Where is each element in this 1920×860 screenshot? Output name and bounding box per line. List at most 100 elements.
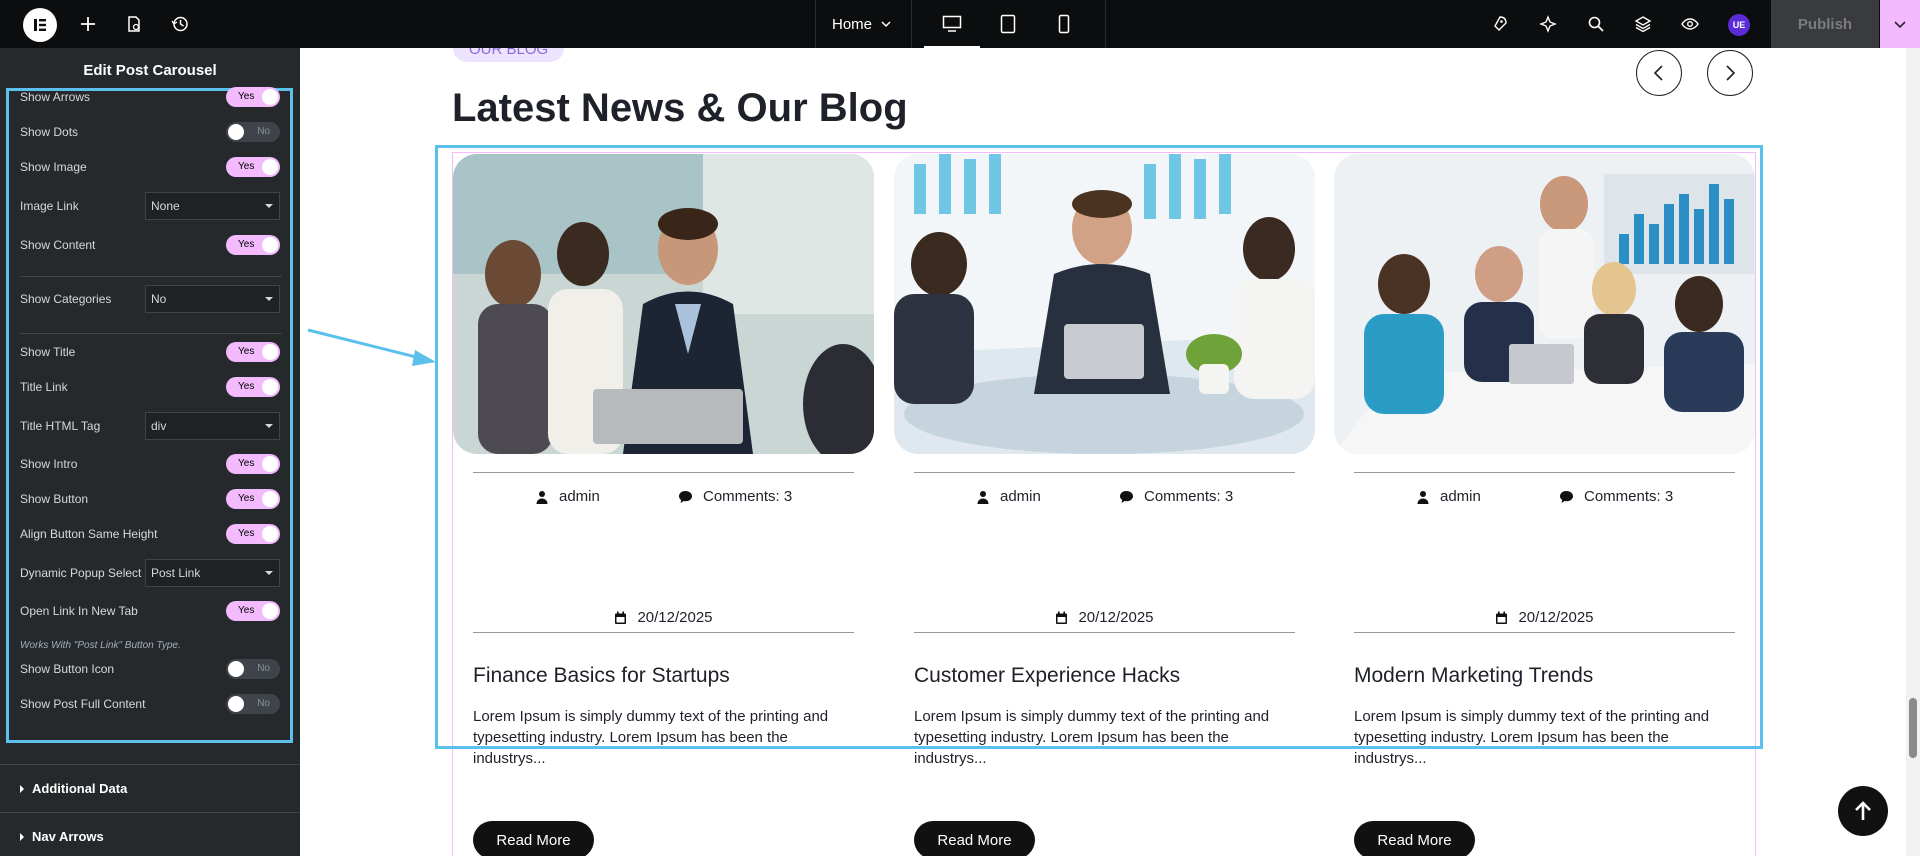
- caret-down-icon: [265, 204, 273, 208]
- carousel-prev-button[interactable]: [1636, 50, 1682, 96]
- ai-rocket-icon[interactable]: [1536, 12, 1560, 36]
- toggle-knob: [262, 603, 278, 619]
- control-label: Show Post Full Content: [20, 697, 146, 711]
- arrow-up-icon: [1855, 801, 1871, 820]
- select-control[interactable]: No: [145, 285, 280, 313]
- preview-eye-icon[interactable]: [1678, 12, 1702, 36]
- carousel-highlight-box: [435, 145, 1763, 749]
- control-label: Show Image: [20, 160, 87, 174]
- editor-topbar: Home UE Publish: [0, 0, 1920, 48]
- panel-divider: [20, 276, 282, 277]
- toggle-value: Yes: [238, 493, 255, 504]
- toggle-value: Yes: [238, 381, 255, 392]
- switcher-toggle[interactable]: Yes: [226, 377, 280, 397]
- toggle-value: Yes: [238, 239, 255, 250]
- toggle-knob: [262, 344, 278, 360]
- control-label: Align Button Same Height: [20, 527, 158, 541]
- canvas-scrollbar[interactable]: [1906, 48, 1920, 856]
- toggle-knob: [262, 456, 278, 472]
- page-name: Home: [832, 15, 873, 33]
- control-label: Show Categories: [20, 292, 112, 306]
- page-settings-icon[interactable]: [122, 12, 146, 36]
- toggle-value: Yes: [238, 528, 255, 539]
- desktop-device-icon[interactable]: [924, 0, 980, 48]
- carousel-next-button[interactable]: [1707, 50, 1753, 96]
- switcher-toggle[interactable]: No: [226, 694, 280, 714]
- section-nav-arrows[interactable]: Nav Arrows: [0, 812, 300, 860]
- publish-button[interactable]: Publish: [1771, 0, 1879, 48]
- arrow-right-icon: [1726, 65, 1736, 81]
- section-badge: OUR BLOG: [453, 48, 565, 62]
- editor-canvas: OUR BLOG Latest News & Our Blog admin Co…: [300, 48, 1906, 856]
- select-value: None: [151, 199, 180, 213]
- select-value: No: [151, 292, 167, 306]
- switcher-toggle[interactable]: Yes: [226, 87, 280, 107]
- page-selector[interactable]: Home: [815, 0, 912, 48]
- control-label: Show Title: [20, 345, 76, 359]
- switcher-toggle[interactable]: Yes: [226, 601, 280, 621]
- device-switcher: [912, 0, 1106, 48]
- chevron-down-icon: [881, 21, 891, 28]
- control-label: Title HTML Tag: [20, 419, 101, 433]
- toggle-knob: [262, 237, 278, 253]
- caret-right-icon: [20, 784, 24, 793]
- control-label: Show Dots: [20, 125, 79, 139]
- toggle-knob: [262, 159, 278, 175]
- editor-panel: Edit Post Carousel Show Arrows Yes Show Do…: [0, 48, 300, 856]
- control-label: Open Link In New Tab: [20, 604, 138, 618]
- caret-right-icon: [20, 832, 24, 841]
- switcher-toggle[interactable]: Yes: [226, 454, 280, 474]
- history-icon[interactable]: [168, 12, 192, 36]
- control-label: Show Intro: [20, 457, 78, 471]
- select-value: div: [151, 419, 167, 433]
- toggle-value: No: [257, 663, 270, 674]
- toggle-value: Yes: [238, 91, 255, 102]
- toggle-knob: [228, 696, 244, 712]
- toggle-knob: [262, 491, 278, 507]
- elementor-logo-icon[interactable]: [23, 8, 57, 42]
- caret-down-icon: [265, 571, 273, 575]
- caret-down-icon: [265, 297, 273, 301]
- scroll-to-top-button[interactable]: [1838, 786, 1888, 836]
- section-additional-data[interactable]: Additional Data: [0, 764, 300, 812]
- toggle-value: Yes: [238, 605, 255, 616]
- control-label: Show Button Icon: [20, 662, 115, 676]
- scrollbar-thumb[interactable]: [1909, 698, 1917, 758]
- tablet-device-icon[interactable]: [980, 0, 1036, 48]
- read-more-button[interactable]: Read More: [1354, 821, 1475, 856]
- caret-down-icon: [265, 424, 273, 428]
- rocket-icon[interactable]: [1487, 12, 1511, 36]
- layers-icon[interactable]: [1631, 12, 1655, 36]
- read-more-button[interactable]: Read More: [914, 821, 1035, 856]
- section-heading: Latest News & Our Blog: [452, 86, 908, 130]
- toggle-value: Yes: [238, 458, 255, 469]
- switcher-toggle[interactable]: No: [226, 659, 280, 679]
- select-control[interactable]: div: [145, 412, 280, 440]
- toggle-value: Yes: [238, 346, 255, 357]
- add-element-icon[interactable]: [76, 12, 100, 36]
- switcher-toggle[interactable]: No: [226, 122, 280, 142]
- mobile-device-icon[interactable]: [1036, 0, 1092, 48]
- arrow-left-icon: [1653, 65, 1663, 81]
- select-control[interactable]: None: [145, 192, 280, 220]
- section-label: Additional Data: [32, 781, 128, 796]
- read-more-button[interactable]: Read More: [473, 821, 594, 856]
- toggle-knob: [262, 89, 278, 105]
- switcher-toggle[interactable]: Yes: [226, 342, 280, 362]
- control-label: Image Link: [20, 199, 79, 213]
- annotation-arrow-icon: [307, 328, 436, 366]
- open-link-note: Works With "Post Link" Button Type.: [20, 640, 181, 651]
- control-label: Dynamic Popup Select: [20, 566, 142, 580]
- switcher-toggle[interactable]: Yes: [226, 489, 280, 509]
- panel-title: Edit Post Carousel: [83, 61, 217, 79]
- user-avatar[interactable]: UE: [1728, 14, 1750, 36]
- select-control[interactable]: Post Link: [145, 559, 280, 587]
- switcher-toggle[interactable]: Yes: [226, 235, 280, 255]
- search-icon[interactable]: [1584, 12, 1608, 36]
- switcher-toggle[interactable]: Yes: [226, 524, 280, 544]
- switcher-toggle[interactable]: Yes: [226, 157, 280, 177]
- toggle-value: Yes: [238, 161, 255, 172]
- toggle-knob: [262, 526, 278, 542]
- publish-options-button[interactable]: [1880, 0, 1920, 48]
- toggle-value: No: [257, 126, 270, 137]
